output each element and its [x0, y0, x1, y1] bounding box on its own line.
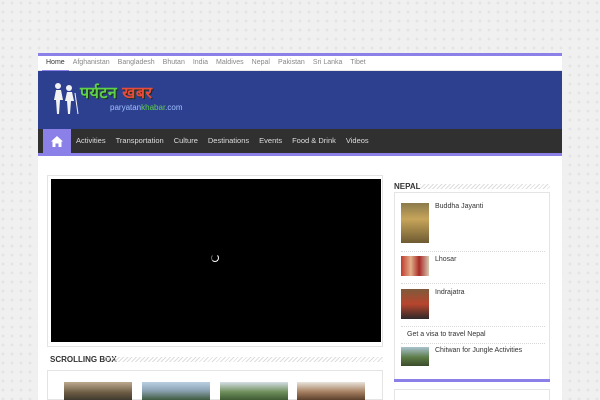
- trekkers-logo-icon: [54, 83, 79, 115]
- topnav-bhutan[interactable]: Bhutan: [159, 56, 189, 70]
- sidebar-item-label: Chitwan for Jungle Activities: [435, 347, 523, 354]
- topnav-home[interactable]: Home: [42, 56, 69, 71]
- sidebar-divider: [401, 251, 545, 252]
- mainnav-food-drink[interactable]: Food & Drink: [287, 129, 341, 153]
- loading-spinner-icon: [211, 254, 219, 262]
- topnav-tibet[interactable]: Tibet: [346, 56, 369, 70]
- scrolling-thumb-4[interactable]: [297, 382, 365, 400]
- mainnav-culture[interactable]: Culture: [169, 129, 203, 153]
- sidebar-divider: [401, 283, 545, 284]
- sidebar-item-label: Get a visa to travel Nepal: [407, 331, 486, 338]
- topnav-maldives[interactable]: Maldives: [212, 56, 248, 70]
- logo-subtitle: paryatankhabar.com: [110, 103, 183, 112]
- topnav-afghanistan[interactable]: Afghanistan: [69, 56, 114, 70]
- mainnav-transportation[interactable]: Transportation: [111, 129, 169, 153]
- mainnav-destinations[interactable]: Destinations: [203, 129, 254, 153]
- sidebar-item-label: Lhosar: [435, 256, 457, 263]
- sidebar-item-buddha-jayanti[interactable]: Buddha Jayanti: [401, 203, 483, 243]
- home-button[interactable]: [43, 129, 71, 153]
- sidebar-thumb-indrajatra: [401, 289, 429, 319]
- sidebar-item-label: Indrajatra: [435, 289, 465, 296]
- mainnav-events[interactable]: Events: [254, 129, 287, 153]
- site-header: पर्यटन खबर paryatankhabar.com: [38, 71, 562, 129]
- sidebar-item-visa[interactable]: Get a visa to travel Nepal: [401, 331, 486, 338]
- topnav-india[interactable]: India: [189, 56, 212, 70]
- top-country-nav: Home Afghanistan Bangladesh Bhutan India…: [38, 56, 562, 71]
- sidebar-divider: [401, 326, 545, 327]
- topnav-sri-lanka[interactable]: Sri Lanka: [309, 56, 347, 70]
- scrolling-thumb-2[interactable]: [142, 382, 210, 400]
- sidebar-next-widget: [394, 389, 550, 400]
- sidebar-item-indrajatra[interactable]: Indrajatra: [401, 289, 465, 319]
- sidebar-thumb-lhosar: [401, 256, 429, 276]
- sidebar-title: NEPAL: [394, 182, 421, 191]
- site-logo[interactable]: पर्यटन खबर paryatankhabar.com: [50, 81, 230, 115]
- mainnav-activities[interactable]: Activities: [71, 129, 111, 153]
- nav-accent-bar: [38, 153, 562, 156]
- main-nav: Activities Transportation Culture Destin…: [38, 129, 562, 153]
- sidebar-item-label: Buddha Jayanti: [435, 203, 484, 210]
- scrolling-thumb-1[interactable]: [64, 382, 132, 400]
- sidebar-item-lhosar[interactable]: Lhosar: [401, 256, 456, 276]
- sidebar-title-rule: [420, 184, 550, 189]
- home-icon: [51, 135, 63, 147]
- sidebar-divider: [401, 343, 545, 344]
- sidebar-accent-bar: [394, 379, 550, 382]
- sidebar-item-chitwan[interactable]: Chitwan for Jungle Activities: [401, 347, 522, 366]
- topnav-pakistan[interactable]: Pakistan: [274, 56, 309, 70]
- topnav-nepal[interactable]: Nepal: [248, 56, 274, 70]
- scrolling-box-title-rule: [106, 357, 383, 362]
- sidebar-thumb-chitwan: [401, 347, 429, 366]
- topnav-bangladesh[interactable]: Bangladesh: [114, 56, 159, 70]
- scrolling-thumb-3[interactable]: [220, 382, 288, 400]
- logo-title: पर्यटन खबर: [80, 85, 153, 102]
- sidebar-thumb-buddha: [401, 203, 429, 243]
- mainnav-videos[interactable]: Videos: [341, 129, 374, 153]
